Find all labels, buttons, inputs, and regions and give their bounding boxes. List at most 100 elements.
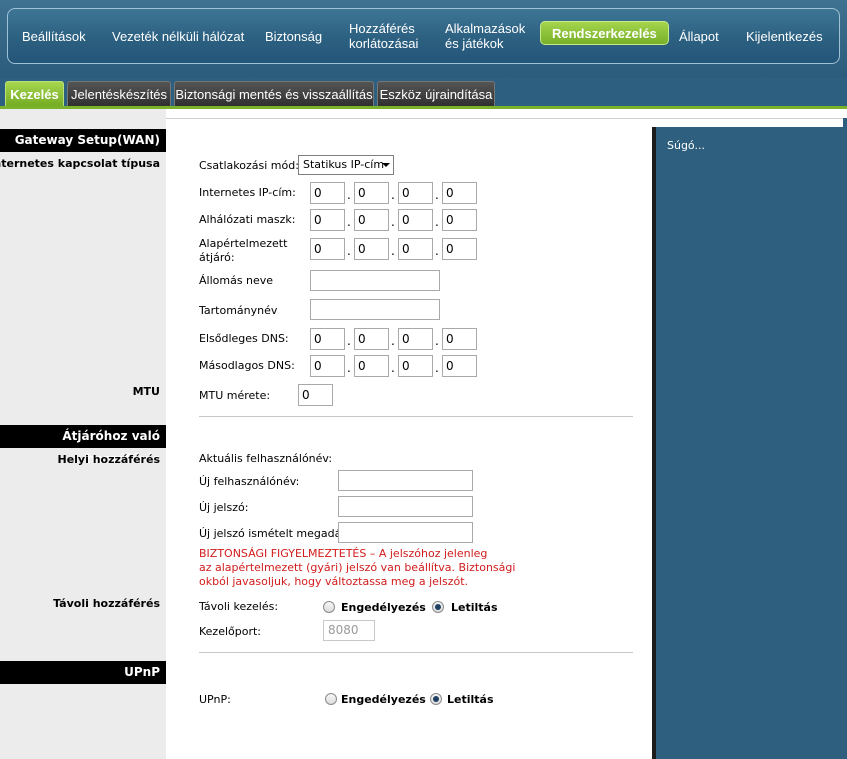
nav-item-label: Rendszerkezelés xyxy=(552,25,657,41)
mtu-size-input[interactable]: 0 xyxy=(298,384,333,406)
nav-item-status[interactable]: Állapot xyxy=(679,9,719,63)
help-panel-cap xyxy=(843,118,847,127)
mask-octet-2[interactable]: 0 xyxy=(354,209,389,231)
nav-item-settings[interactable]: Beállítások xyxy=(22,9,86,63)
label-mtu: MTU xyxy=(132,385,160,398)
nav-item-label-line2: korlátozásai xyxy=(349,36,419,51)
gateway-octet-1[interactable]: 0 xyxy=(310,238,345,260)
remote-management-label: Távoli kezelés: xyxy=(199,600,279,613)
nav-item-label: Vezeték nélküli hálózat xyxy=(112,28,245,44)
confirm-password-label: Új jelszó ismételt megadása: xyxy=(199,527,358,540)
left-panel: Gateway Setup(WAN) Internetes kapcsolat … xyxy=(0,109,166,759)
ip-octet-2[interactable]: 0 xyxy=(354,182,389,204)
nav-item-label: Állapot xyxy=(679,28,719,44)
remote-disable-radio[interactable] xyxy=(432,601,444,613)
gateway-octet-2[interactable]: 0 xyxy=(354,238,389,260)
dns1-octet-4[interactable]: 0 xyxy=(442,328,477,350)
remote-enable-radio[interactable] xyxy=(323,601,335,613)
nav-item-logout[interactable]: Kijelentkezés xyxy=(746,9,823,63)
help-panel: Súgó... xyxy=(652,127,847,759)
mask-octet-1[interactable]: 0 xyxy=(310,209,345,231)
nav-item-label: Kijelentkezés xyxy=(746,28,823,44)
nav-item-apps-games[interactable]: Alkalmazások és játékok xyxy=(445,9,525,63)
domain-name-input[interactable] xyxy=(310,299,440,320)
nav-item-wireless[interactable]: Vezeték nélküli hálózat xyxy=(112,9,244,63)
ip-dot: . xyxy=(347,215,351,229)
management-port-label: Kezelőport: xyxy=(199,625,262,638)
ip-dot: . xyxy=(391,215,395,229)
section-divider xyxy=(199,416,633,417)
ip-dot: . xyxy=(435,244,439,258)
connection-mode-select[interactable]: Statikus IP-cím xyxy=(298,155,394,175)
remote-disable-label[interactable]: Letiltás xyxy=(451,601,498,614)
ip-dot: . xyxy=(391,244,395,258)
new-password-input[interactable] xyxy=(338,496,473,517)
warning-line: okból javasoljuk, hogy változtassa meg a… xyxy=(199,575,469,588)
tab-management[interactable]: Kezelés xyxy=(5,81,64,106)
tab-backup-restore[interactable]: Biztonsági mentés és visszaállítás xyxy=(174,81,374,106)
mtu-size-label: MTU mérete: xyxy=(199,389,271,402)
upnp-label: UPnP: xyxy=(199,693,231,706)
default-gateway-label-line1: Alapértelmezett xyxy=(199,237,288,250)
domain-name-label: Tartománynév xyxy=(199,304,278,317)
gateway-octet-3[interactable]: 0 xyxy=(398,238,433,260)
section-head-upnp: UPnP xyxy=(0,661,166,684)
upnp-disable-label[interactable]: Letiltás xyxy=(447,693,494,706)
new-username-input[interactable] xyxy=(338,470,473,491)
connection-mode-label: Csatlakozási mód: xyxy=(199,159,299,172)
chevron-down-icon xyxy=(382,163,390,167)
dns1-octet-3[interactable]: 0 xyxy=(398,328,433,350)
mask-octet-4[interactable]: 0 xyxy=(442,209,477,231)
warning-line: BIZTONSÁGI FIGYELMEZTETÉS – A jelszóhoz … xyxy=(199,547,488,560)
upnp-enable-radio[interactable] xyxy=(325,693,337,705)
tab-reporting[interactable]: Jelentéskészítés xyxy=(67,81,171,106)
host-name-label: Állomás neve xyxy=(199,274,274,287)
ip-address-label: Internetes IP-cím: xyxy=(199,186,296,199)
nav-item-label-line2: és játékok xyxy=(445,36,504,51)
ip-dot: . xyxy=(347,361,351,375)
label-remote-access: Távoli hozzáférés xyxy=(53,597,160,610)
top-bar: Beállítások Vezeték nélküli hálózat Bizt… xyxy=(0,0,847,78)
nav-item-label: Biztonság xyxy=(265,28,323,44)
ip-dot: . xyxy=(391,188,395,202)
new-password-label: Új jelszó: xyxy=(199,501,249,514)
management-port-input[interactable]: 8080 xyxy=(323,620,375,641)
nav-item-administration[interactable]: Rendszerkezelés xyxy=(540,21,669,45)
label-local-access: Helyi hozzáférés xyxy=(57,453,160,466)
help-link[interactable]: Súgó... xyxy=(667,139,705,152)
upnp-disable-radio[interactable] xyxy=(430,693,442,705)
tab-label: Jelentéskészítés xyxy=(70,86,168,102)
nav-item-access-restrictions[interactable]: Hozzáférés korlátozásai xyxy=(349,9,418,63)
new-username-label: Új felhasználónév: xyxy=(199,475,300,488)
gateway-octet-4[interactable]: 0 xyxy=(442,238,477,260)
ip-octet-4[interactable]: 0 xyxy=(442,182,477,204)
main-nav: Beállítások Vezeték nélküli hálózat Bizt… xyxy=(7,8,840,64)
dns2-octet-4[interactable]: 0 xyxy=(442,355,477,377)
content-top-divider xyxy=(166,118,847,119)
nav-item-security[interactable]: Biztonság xyxy=(265,9,322,63)
primary-dns-label: Elsődleges DNS: xyxy=(199,332,289,345)
tab-bar: Kezelés Jelentéskészítés Biztonsági ment… xyxy=(0,78,847,108)
ip-dot: . xyxy=(347,334,351,348)
remote-enable-label[interactable]: Engedélyezés xyxy=(341,601,426,614)
dns2-octet-3[interactable]: 0 xyxy=(398,355,433,377)
nav-item-label: Beállítások xyxy=(22,28,86,44)
label-internet-connection-type: Internetes kapcsolat típusa xyxy=(0,157,160,170)
default-gateway-label-line2: átjáró: xyxy=(199,251,235,264)
host-name-input[interactable] xyxy=(310,270,440,291)
subnet-mask-label: Alhálózati maszk: xyxy=(199,213,296,226)
dns1-octet-1[interactable]: 0 xyxy=(310,328,345,350)
ip-dot: . xyxy=(435,334,439,348)
tab-reboot[interactable]: Eszköz újraindítása xyxy=(377,81,495,106)
dns2-octet-1[interactable]: 0 xyxy=(310,355,345,377)
dns2-octet-2[interactable]: 0 xyxy=(354,355,389,377)
mask-octet-3[interactable]: 0 xyxy=(398,209,433,231)
ip-octet-1[interactable]: 0 xyxy=(310,182,345,204)
nav-item-label-line1: Hozzáférés xyxy=(349,21,415,36)
ip-dot: . xyxy=(347,188,351,202)
confirm-password-input[interactable] xyxy=(338,522,473,543)
upnp-enable-label[interactable]: Engedélyezés xyxy=(341,693,426,706)
ip-octet-3[interactable]: 0 xyxy=(398,182,433,204)
dns1-octet-2[interactable]: 0 xyxy=(354,328,389,350)
section-head-gateway-setup: Gateway Setup(WAN) xyxy=(0,129,166,152)
